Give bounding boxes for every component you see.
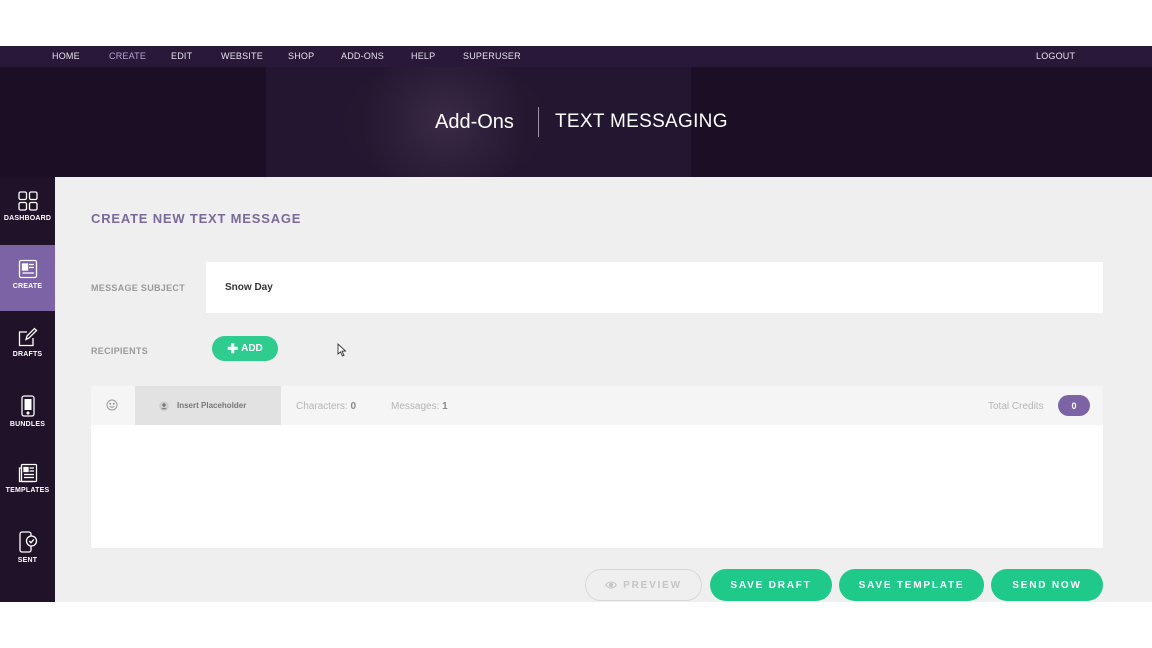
app-window: HOME CREATE EDIT WEBSITE SHOP ADD-ONS HE… [0, 0, 1152, 648]
nav-edit[interactable]: EDIT [171, 51, 192, 61]
send-now-button[interactable]: SEND NOW [991, 569, 1103, 601]
nav-create[interactable]: CREATE [109, 51, 146, 61]
sidebar-item-label: CREATE [12, 283, 43, 290]
characters-value: 0 [350, 401, 357, 412]
save-draft-button[interactable]: SAVE DRAFT [710, 569, 832, 601]
preview-label: PREVIEW [623, 579, 682, 591]
pencil-icon [18, 327, 37, 347]
total-credits-label: Total Credits [988, 401, 1044, 412]
nav-website[interactable]: WEBSITE [221, 51, 263, 61]
sidebar-item-sent[interactable]: SENT [0, 517, 55, 583]
sidebar-item-bundles[interactable]: BUNDLES [0, 381, 55, 447]
user-icon [159, 400, 169, 411]
total-credits-badge: 0 [1058, 395, 1090, 416]
recipients-label: RECIPIENTS [91, 346, 149, 356]
sidebar-item-label: DASHBOARD [3, 215, 52, 222]
messages-count: Messages: 1 [391, 401, 448, 412]
eye-icon [605, 581, 618, 589]
insert-placeholder-button[interactable]: Insert Placeholder [135, 386, 281, 425]
document-icon [18, 463, 37, 483]
create-icon [18, 259, 37, 279]
add-button-label: ADD [241, 343, 263, 354]
subject-input[interactable] [206, 262, 1103, 313]
insert-placeholder-label: Insert Placeholder [177, 401, 247, 410]
message-body-input[interactable] [91, 425, 1103, 548]
characters-label: Characters: [296, 401, 348, 412]
sidebar-item-dashboard[interactable]: DASHBOARD [0, 177, 55, 243]
page-title: CREATE NEW TEXT MESSAGE [91, 211, 302, 226]
nav-help[interactable]: HELP [411, 51, 435, 61]
messages-label: Messages: [391, 401, 440, 412]
nav-add-ons[interactable]: ADD-ONS [341, 51, 384, 61]
banner-page-title: TEXT MESSAGING [555, 111, 728, 132]
sidebar-item-label: BUNDLES [9, 421, 46, 428]
sent-icon [18, 531, 37, 553]
subject-label: MESSAGE SUBJECT [91, 283, 186, 293]
nav-superuser[interactable]: SUPERUSER [463, 51, 521, 61]
plus-icon: ✚ [227, 340, 239, 356]
nav-shop[interactable]: SHOP [288, 51, 314, 61]
emoji-icon[interactable] [106, 399, 118, 411]
nav-home[interactable]: HOME [52, 51, 80, 61]
sidebar-item-label: DRAFTS [12, 351, 43, 358]
logout-link[interactable]: LOGOUT [1036, 51, 1075, 61]
preview-button[interactable]: PREVIEW [585, 569, 702, 601]
sidebar: DASHBOARD CREATE DRAFTS BUNDLES TEMPLATE… [0, 177, 55, 602]
top-nav: HOME CREATE EDIT WEBSITE SHOP ADD-ONS HE… [0, 46, 1152, 67]
sidebar-item-templates[interactable]: TEMPLATES [0, 449, 55, 515]
sidebar-item-label: TEMPLATES [5, 487, 50, 494]
grid-icon [17, 191, 38, 211]
characters-count: Characters: 0 [296, 401, 356, 412]
main-content: CREATE NEW TEXT MESSAGE MESSAGE SUBJECT … [55, 177, 1152, 602]
sidebar-item-create[interactable]: CREATE [0, 245, 55, 311]
messages-value: 1 [442, 401, 448, 412]
composer-toolbar: Insert Placeholder Characters: 0 Message… [91, 386, 1103, 425]
sidebar-item-drafts[interactable]: DRAFTS [0, 313, 55, 379]
page-banner: Add-Ons TEXT MESSAGING [0, 67, 1152, 177]
phone-icon [20, 395, 35, 417]
mouse-cursor-icon [337, 343, 347, 357]
banner-section-title: Add-Ons [435, 111, 514, 133]
save-template-button[interactable]: SAVE TEMPLATE [839, 569, 984, 601]
message-composer: Insert Placeholder Characters: 0 Message… [91, 386, 1103, 548]
add-recipient-button[interactable]: ✚ ADD [212, 336, 278, 361]
banner-divider [538, 107, 539, 137]
sidebar-item-label: SENT [17, 557, 38, 564]
